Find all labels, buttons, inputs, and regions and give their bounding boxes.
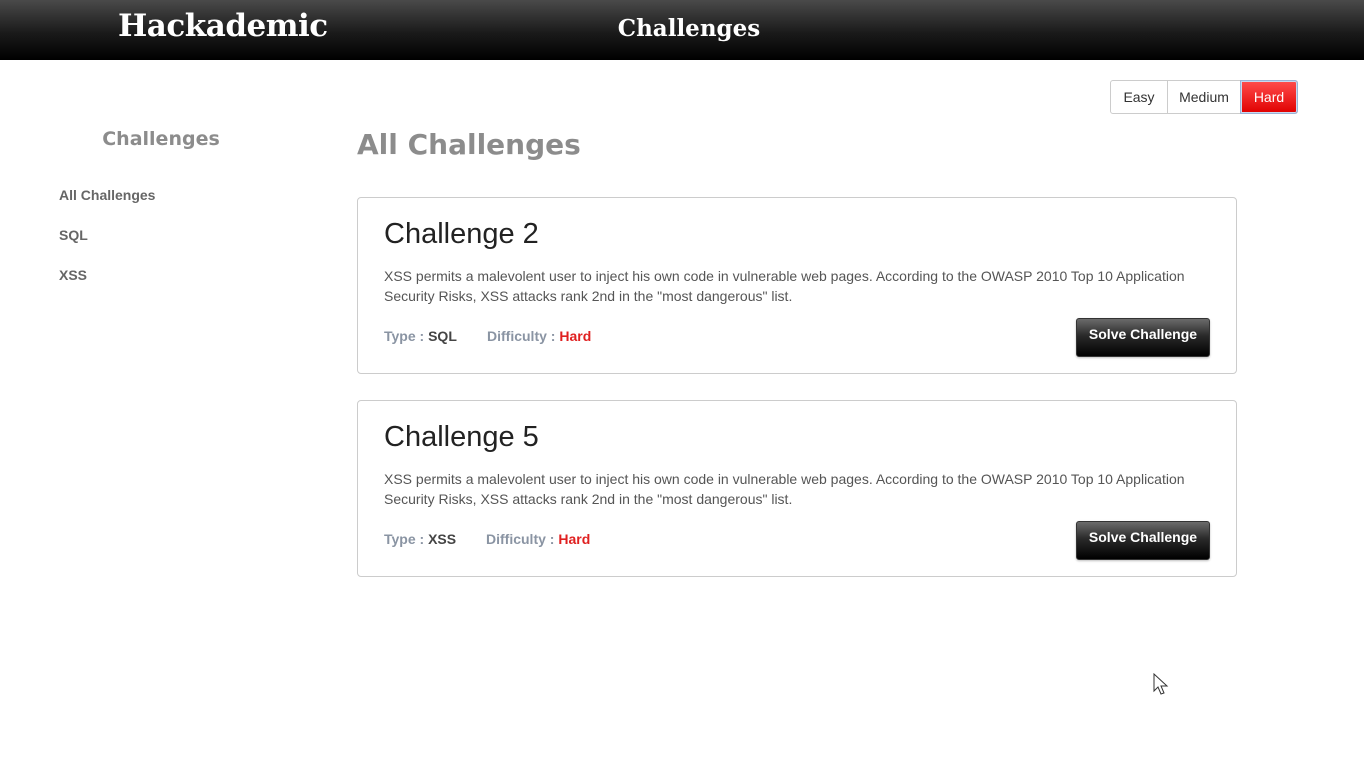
difficulty-value: Hard [558, 531, 591, 547]
challenge-type: Type : XSS [384, 531, 456, 547]
top-navbar: Hackademic Challenges [0, 0, 1364, 60]
challenge-difficulty: Difficulty : Hard [487, 328, 591, 344]
type-label: Type : [384, 531, 425, 547]
header-title: Challenges [617, 15, 761, 42]
type-value: SQL [428, 328, 457, 344]
type-value: XSS [428, 531, 457, 547]
difficulty-label: Difficulty : [486, 531, 555, 547]
challenge-card: Challenge 5 XSS permits a malevolent use… [357, 400, 1237, 577]
solve-challenge-button[interactable]: Solve Challenge [1076, 521, 1210, 560]
challenge-title: Challenge 5 [384, 421, 539, 453]
sidebar-item-all-challenges[interactable]: All Challenges [59, 187, 155, 203]
challenge-card: Challenge 2 XSS permits a malevolent use… [357, 197, 1237, 374]
solve-challenge-button[interactable]: Solve Challenge [1076, 318, 1210, 357]
difficulty-easy-button[interactable]: Easy [1110, 80, 1168, 114]
mouse-pointer-icon [1153, 673, 1169, 695]
difficulty-medium-button[interactable]: Medium [1167, 80, 1241, 114]
challenge-title: Challenge 2 [384, 218, 539, 250]
difficulty-label: Difficulty : [487, 328, 556, 344]
difficulty-hard-button[interactable]: Hard [1240, 80, 1298, 114]
sidebar-item-sql[interactable]: SQL [59, 227, 88, 243]
challenge-type: Type : SQL [384, 328, 457, 344]
sidebar-item-xss[interactable]: XSS [59, 267, 87, 283]
type-label: Type : [384, 328, 425, 344]
difficulty-value: Hard [559, 328, 592, 344]
difficulty-filter: Easy Medium Hard [1110, 80, 1298, 114]
challenge-difficulty: Difficulty : Hard [486, 531, 590, 547]
challenge-description: XSS permits a malevolent user to inject … [384, 471, 1185, 507]
challenge-description: XSS permits a malevolent user to inject … [384, 268, 1185, 304]
page-title: All Challenges [357, 128, 581, 161]
sidebar-heading: Challenges [102, 128, 220, 150]
